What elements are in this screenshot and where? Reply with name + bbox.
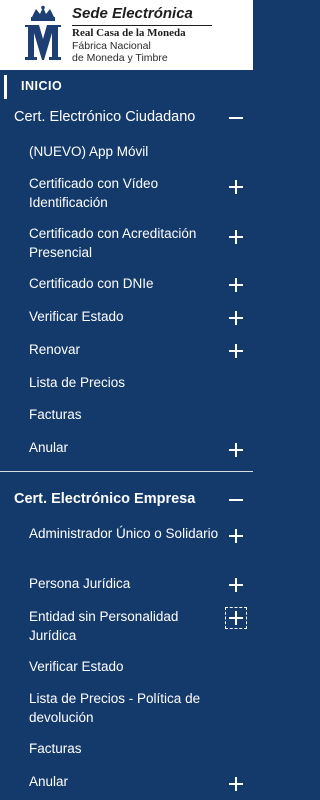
nav-item-label: Facturas <box>29 407 82 422</box>
header-divider <box>72 25 212 26</box>
site-header: Sede Electrónica Real Casa de la Moneda … <box>0 0 253 70</box>
expand-icon[interactable] <box>228 229 244 245</box>
expand-icon[interactable] <box>228 343 244 359</box>
section-divider <box>0 471 253 472</box>
nav-item-label: Anular <box>29 440 69 455</box>
nav-inicio[interactable]: INICIO <box>0 75 253 99</box>
nav-item-label: Facturas <box>29 741 82 756</box>
expand-icon[interactable] <box>228 577 244 593</box>
nav-item-label: Administrador Único o Solidario <box>29 526 219 541</box>
section-ciudadano-title[interactable]: Cert. Electrónico Ciudadano <box>14 109 195 125</box>
expand-icon[interactable] <box>228 277 244 293</box>
org-name-line2: de Moneda y Timbre <box>72 52 168 64</box>
org-name-line1: Fábrica Nacional <box>72 40 151 52</box>
expand-icon[interactable] <box>228 776 244 792</box>
active-indicator <box>4 75 7 99</box>
nav-item-label: Certificado con Vídeo Identificación <box>29 176 159 210</box>
nav-inicio-label: INICIO <box>21 79 63 93</box>
nav-item-label: Anular <box>29 774 69 789</box>
nav-item-label: Lista de Precios - Política de devolució… <box>29 691 201 725</box>
nav-item-label: Renovar <box>29 342 81 357</box>
site-title: Sede Electrónica <box>72 5 193 22</box>
expand-icon[interactable] <box>228 179 244 195</box>
expand-icon[interactable] <box>228 442 244 458</box>
nav-item-label: Lista de Precios <box>29 375 126 390</box>
nav-item-label: Verificar Estado <box>29 309 124 324</box>
nav-item-label: Persona Jurídica <box>29 576 131 591</box>
nav-item-label: Certificado con DNIe <box>29 276 154 291</box>
nav-item-label: Entidad sin Personalidad Jurídica <box>29 609 179 643</box>
expand-icon[interactable] <box>228 310 244 326</box>
expand-icon[interactable] <box>225 607 247 629</box>
collapse-icon[interactable] <box>228 492 244 508</box>
fnmt-logo[interactable] <box>22 5 64 63</box>
nav-item-label: (NUEVO) App Móvil <box>29 144 149 159</box>
section-empresa-title[interactable]: Cert. Electrónico Empresa <box>14 491 195 507</box>
nav-item-label: Verificar Estado <box>29 659 124 674</box>
site-subtitle: Real Casa de la Moneda <box>72 27 186 39</box>
expand-icon[interactable] <box>228 528 244 544</box>
collapse-icon[interactable] <box>228 110 244 126</box>
nav-item-label: Certificado con Acreditación Presencial <box>29 226 197 260</box>
